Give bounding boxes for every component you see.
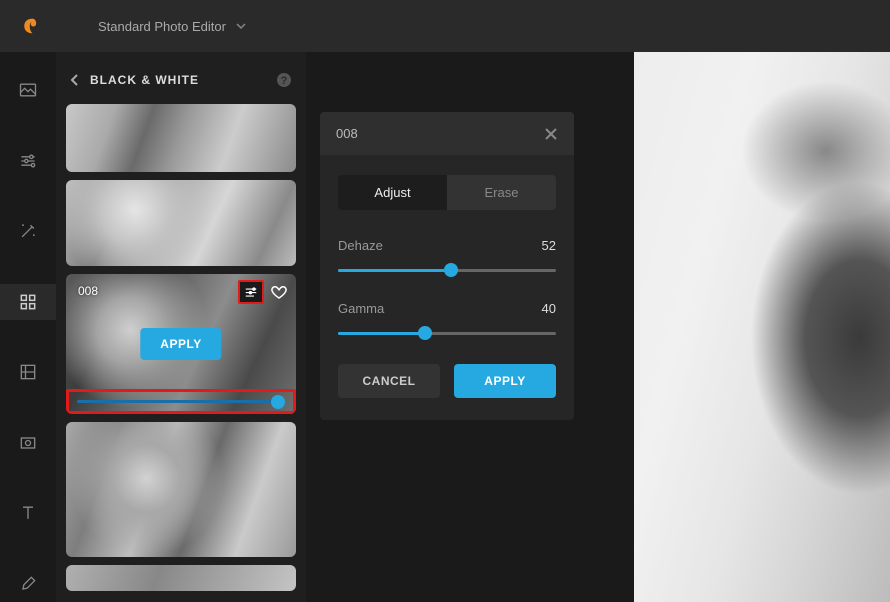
preset-id-label: 008 bbox=[78, 284, 98, 298]
tool-overlay[interactable] bbox=[0, 425, 56, 462]
app-logo[interactable] bbox=[16, 15, 38, 37]
adjust-panel-title: 008 bbox=[336, 126, 358, 141]
tab-erase[interactable]: Erase bbox=[447, 175, 556, 210]
back-button[interactable] bbox=[70, 73, 80, 87]
editor-mode-dropdown[interactable]: Standard Photo Editor bbox=[98, 19, 246, 34]
preset-adjust-icon[interactable] bbox=[238, 280, 264, 304]
help-icon[interactable]: ? bbox=[276, 72, 292, 88]
preset-card[interactable] bbox=[66, 180, 296, 266]
preset-card[interactable] bbox=[66, 565, 296, 591]
preset-apply-button[interactable]: APPLY bbox=[140, 328, 221, 360]
tool-image[interactable] bbox=[0, 72, 56, 109]
tool-text[interactable] bbox=[0, 495, 56, 532]
favorite-icon[interactable] bbox=[268, 281, 290, 303]
apply-button[interactable]: APPLY bbox=[454, 364, 556, 398]
param-gamma-value: 40 bbox=[542, 301, 556, 316]
close-icon[interactable] bbox=[544, 127, 558, 141]
preset-card-selected[interactable]: 008 APPLY bbox=[66, 274, 296, 414]
param-dehaze-label: Dehaze bbox=[338, 238, 383, 253]
image-preview bbox=[634, 52, 890, 602]
tool-frames[interactable] bbox=[0, 354, 56, 391]
cancel-button[interactable]: CANCEL bbox=[338, 364, 440, 398]
tool-presets[interactable] bbox=[0, 284, 56, 321]
tab-adjust[interactable]: Adjust bbox=[338, 175, 447, 210]
slider-gamma[interactable] bbox=[338, 326, 556, 340]
svg-text:?: ? bbox=[281, 75, 288, 87]
slider-dehaze[interactable] bbox=[338, 263, 556, 277]
preset-card[interactable] bbox=[66, 422, 296, 557]
editor-mode-label: Standard Photo Editor bbox=[98, 19, 226, 34]
preset-card[interactable] bbox=[66, 104, 296, 172]
param-gamma-label: Gamma bbox=[338, 301, 384, 316]
tool-wand[interactable] bbox=[0, 213, 56, 250]
chevron-down-icon bbox=[236, 21, 246, 31]
panel-title: BLACK & WHITE bbox=[90, 73, 199, 87]
param-dehaze-value: 52 bbox=[542, 238, 556, 253]
tool-sliders[interactable] bbox=[0, 143, 56, 180]
tool-brush[interactable] bbox=[0, 566, 56, 602]
preset-intensity-slider[interactable] bbox=[66, 389, 296, 414]
